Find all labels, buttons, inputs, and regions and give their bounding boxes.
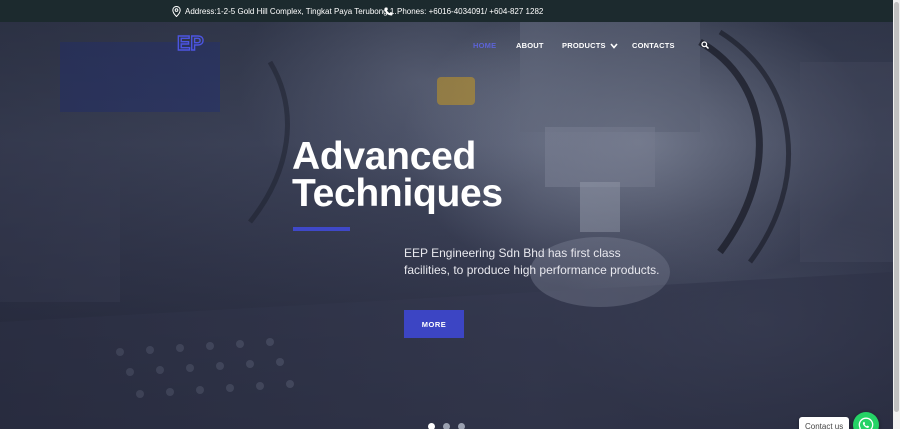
- more-button[interactable]: MORE: [404, 310, 464, 338]
- page-scrollbar[interactable]: [893, 0, 900, 429]
- nav-products[interactable]: PRODUCTS: [562, 41, 618, 50]
- contact-us-label[interactable]: Contact us: [799, 417, 850, 429]
- hero-slider: EP HOME ABOUT PRODUCTS CONTACTS Advanced…: [0, 22, 893, 429]
- search-icon[interactable]: [701, 41, 709, 49]
- phones-info: Phones: +6016-4034091/ +604-827 1282: [384, 0, 543, 22]
- location-pin-icon: [172, 5, 181, 17]
- whatsapp-icon: [858, 417, 874, 429]
- phones-text: Phones: +6016-4034091/ +604-827 1282: [397, 6, 544, 16]
- slider-dot-2[interactable]: [443, 423, 450, 429]
- scrollbar-thumb[interactable]: [894, 2, 899, 412]
- nav-home[interactable]: HOME: [473, 41, 496, 50]
- slider-dots: [0, 423, 893, 429]
- nav-contacts[interactable]: CONTACTS: [632, 41, 675, 50]
- hero-headline: Advanced Techniques: [292, 135, 612, 215]
- phone-icon: [384, 6, 393, 16]
- slider-dot-3[interactable]: [458, 423, 465, 429]
- svg-text:EP: EP: [177, 33, 204, 55]
- hero-overlay: [0, 22, 893, 429]
- headline-line-2: Techniques: [292, 172, 503, 215]
- nav-products-label: PRODUCTS: [562, 41, 606, 50]
- nav-about[interactable]: ABOUT: [516, 41, 544, 50]
- chevron-down-icon: [610, 42, 618, 49]
- headline-line-1: Advanced: [292, 135, 476, 178]
- address-info: Address:1-2-5 Gold Hill Complex, Tingkat…: [172, 0, 397, 22]
- top-info-bar: Address:1-2-5 Gold Hill Complex, Tingkat…: [0, 0, 893, 22]
- headline-accent-line: [293, 227, 350, 231]
- company-logo[interactable]: EP: [174, 32, 220, 56]
- slider-dot-1[interactable]: [428, 423, 435, 429]
- address-text: Address:1-2-5 Gold Hill Complex, Tingkat…: [185, 6, 397, 16]
- hero-subtext: EEP Engineering Sdn Bhd has first class …: [404, 246, 660, 277]
